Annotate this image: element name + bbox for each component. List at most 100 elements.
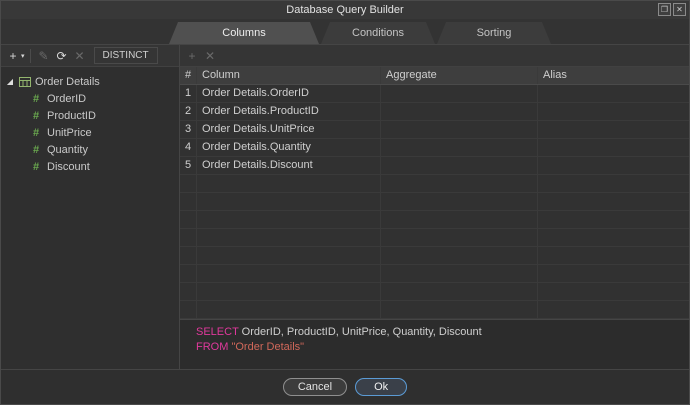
tree-node-order-details[interactable]: ◢ Order Details <box>5 73 179 90</box>
empty-cell <box>381 247 538 264</box>
table-row-empty <box>180 301 689 319</box>
sql-preview: SELECT OrderID, ProductID, UnitPrice, Qu… <box>180 319 689 369</box>
row-number-cell: 5 <box>180 157 197 174</box>
aggregate-cell[interactable] <box>381 157 538 174</box>
schema-panel: + ▾ ✎ ⟳ ✕ DISTINCT ◢ Order Detail <box>1 45 180 369</box>
tree-item-label: Discount <box>47 161 90 173</box>
tree-item-label: ProductID <box>47 110 96 122</box>
numeric-field-icon: # <box>33 93 42 105</box>
close-icon[interactable]: ✕ <box>673 3 686 16</box>
empty-cell <box>197 193 381 210</box>
row-number-cell: 4 <box>180 139 197 156</box>
tab-conditions[interactable]: Conditions <box>321 22 435 44</box>
empty-cell <box>197 229 381 246</box>
dialog-footer: Cancel Ok <box>1 369 689 404</box>
table-row-empty <box>180 211 689 229</box>
delete-icon[interactable]: ✕ <box>72 47 88 65</box>
empty-cell <box>197 283 381 300</box>
table-row[interactable]: 2 Order Details.ProductID <box>180 103 689 121</box>
column-cell[interactable]: Order Details.ProductID <box>197 103 381 120</box>
aggregate-cell[interactable] <box>381 139 538 156</box>
tab-sorting[interactable]: Sorting <box>437 22 551 44</box>
numeric-field-icon: # <box>33 144 42 156</box>
column-cell[interactable]: Order Details.Discount <box>197 157 381 174</box>
header-aggregate: Aggregate <box>381 67 538 84</box>
empty-cell <box>538 247 689 264</box>
empty-cell <box>197 211 381 228</box>
tree-item-productid[interactable]: # ProductID <box>5 107 179 124</box>
row-number-cell: 2 <box>180 103 197 120</box>
table-row[interactable]: 1 Order Details.OrderID <box>180 85 689 103</box>
refresh-icon[interactable]: ⟳ <box>54 47 70 65</box>
sql-from-keyword: FROM <box>196 341 228 353</box>
empty-cell <box>538 283 689 300</box>
empty-cell <box>538 265 689 282</box>
sql-select-line: SELECT OrderID, ProductID, UnitPrice, Qu… <box>196 325 689 340</box>
column-cell[interactable]: Order Details.OrderID <box>197 85 381 102</box>
empty-cell <box>381 175 538 192</box>
empty-cell <box>180 175 197 192</box>
columns-panel: + ✕ # Column Aggregate Alias 1 Order Det… <box>180 45 689 369</box>
empty-cell <box>180 229 197 246</box>
table-row-empty <box>180 247 689 265</box>
numeric-field-icon: # <box>33 110 42 122</box>
sql-table-string: "Order Details" <box>231 341 304 353</box>
title-bar: Database Query Builder ❐ ✕ <box>1 1 689 19</box>
edit-icon[interactable]: ✎ <box>36 47 52 65</box>
alias-cell[interactable] <box>538 139 689 156</box>
empty-cell <box>381 265 538 282</box>
table-row[interactable]: 3 Order Details.UnitPrice <box>180 121 689 139</box>
empty-cell <box>197 265 381 282</box>
tab-columns[interactable]: Columns <box>169 22 319 44</box>
schema-tree: ◢ Order Details # OrderID # ProductID <box>1 67 179 175</box>
numeric-field-icon: # <box>33 127 42 139</box>
header-number: # <box>180 67 197 84</box>
table-row[interactable]: 5 Order Details.Discount <box>180 157 689 175</box>
add-table-dropdown-icon[interactable]: ▾ <box>21 52 25 60</box>
tree-item-quantity[interactable]: # Quantity <box>5 141 179 158</box>
tree-item-unitprice[interactable]: # UnitPrice <box>5 124 179 141</box>
distinct-toggle-button[interactable]: DISTINCT <box>94 47 158 64</box>
add-column-button[interactable]: + <box>184 47 200 65</box>
header-alias: Alias <box>538 67 689 84</box>
empty-cell <box>538 193 689 210</box>
tree-item-orderid[interactable]: # OrderID <box>5 90 179 107</box>
table-row-empty <box>180 229 689 247</box>
aggregate-cell[interactable] <box>381 103 538 120</box>
alias-cell[interactable] <box>538 157 689 174</box>
toolbar-separator <box>30 49 31 63</box>
alias-cell[interactable] <box>538 85 689 102</box>
expander-icon[interactable]: ◢ <box>5 77 15 86</box>
empty-cell <box>180 193 197 210</box>
column-cell[interactable]: Order Details.Quantity <box>197 139 381 156</box>
remove-column-icon[interactable]: ✕ <box>202 47 218 65</box>
empty-cell <box>180 301 197 318</box>
schema-toolbar: + ▾ ✎ ⟳ ✕ DISTINCT <box>1 45 179 67</box>
row-number-cell: 3 <box>180 121 197 138</box>
add-table-button[interactable]: + <box>5 47 21 65</box>
empty-cell <box>180 211 197 228</box>
tree-item-label: OrderID <box>47 93 86 105</box>
alias-cell[interactable] <box>538 103 689 120</box>
empty-cell <box>197 247 381 264</box>
empty-cell <box>538 211 689 228</box>
empty-cell <box>538 229 689 246</box>
table-row[interactable]: 4 Order Details.Quantity <box>180 139 689 157</box>
table-row-empty <box>180 193 689 211</box>
alias-cell[interactable] <box>538 121 689 138</box>
tab-strip: Columns Conditions Sorting <box>1 19 689 45</box>
table-row-empty <box>180 175 689 193</box>
aggregate-cell[interactable] <box>381 85 538 102</box>
aggregate-cell[interactable] <box>381 121 538 138</box>
empty-cell <box>538 301 689 318</box>
ok-button[interactable]: Ok <box>355 378 407 396</box>
empty-cell <box>180 247 197 264</box>
table-row-empty <box>180 283 689 301</box>
tree-item-discount[interactable]: # Discount <box>5 158 179 175</box>
column-cell[interactable]: Order Details.UnitPrice <box>197 121 381 138</box>
cancel-button[interactable]: Cancel <box>283 378 347 396</box>
maximize-icon[interactable]: ❐ <box>658 3 671 16</box>
database-query-builder-dialog: Database Query Builder ❐ ✕ Columns Condi… <box>0 0 690 405</box>
empty-cell <box>197 175 381 192</box>
header-column: Column <box>197 67 381 84</box>
